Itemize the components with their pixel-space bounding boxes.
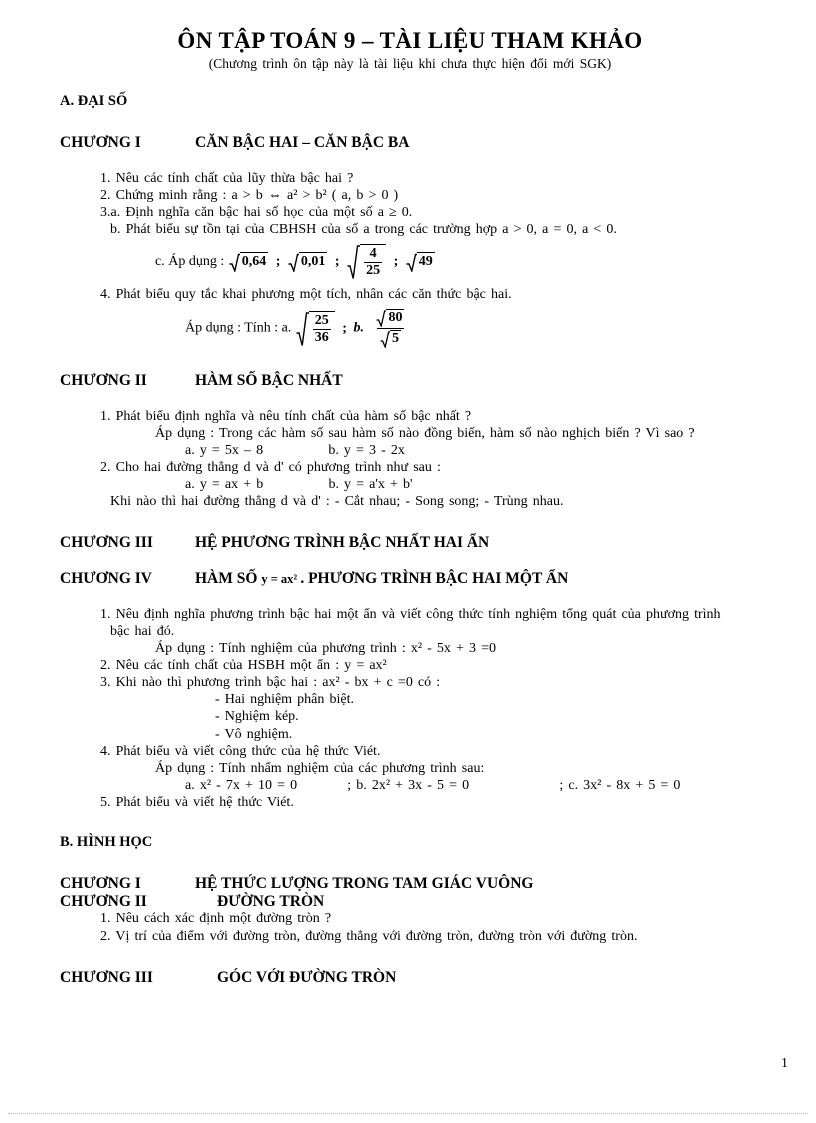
- chapter-title-b3: GÓC VỚI ĐƯỜNG TRÒN: [217, 968, 397, 986]
- radical-sign-icon: [229, 253, 240, 272]
- formula-a1-apdung-2: Áp dụng : Tính : a. 25 36 ; b. 80 5: [60, 309, 760, 349]
- chapter-heading-b2: CHƯƠNG II ĐƯỜNG TRÒN: [60, 893, 760, 911]
- item-a2-2: 2. Cho hai đường thẳng d và d' có phương…: [100, 460, 441, 476]
- item-a1-3b: b. Phát biểu sự tồn tại của CBHSH của số…: [110, 221, 617, 237]
- radical-sign-icon: [347, 245, 361, 279]
- chapter-heading-a2: CHƯƠNG II HÀM SỐ BẬC NHẤT: [60, 372, 760, 390]
- item-a4-3-case3: - Vô nghiệm.: [215, 726, 293, 742]
- chapter-title-a4-equation: y = ax²: [261, 572, 301, 587]
- item-a4-1: 1. Nêu định nghĩa phương trình bậc hai m…: [100, 606, 721, 622]
- item-a4-2: 2. Nêu các tính chất của HSBH một ẩn : y…: [100, 658, 387, 674]
- item-a2-1-apdung: Áp dụng : Trong các hàm số sau hàm số nà…: [155, 425, 695, 441]
- chapter-title-a4-part2: . PHƯƠNG TRÌNH BẬC HAI MỘT ẨN: [300, 570, 569, 588]
- chapter-heading-b1: CHƯƠNG I HỆ THỨC LƯỢNG TRONG TAM GIÁC VUÔ…: [60, 875, 760, 893]
- item-a4-4-eq-b: ; b. 2x² + 3x - 5 = 0: [347, 777, 470, 793]
- sqrt-5: 5: [380, 330, 401, 349]
- chapter-title-b1: HỆ THỨC LƯỢNG TRONG TAM GIÁC VUÔNG: [195, 874, 534, 892]
- item-a2-2-equations: a. y = ax + b b. y = a'x + b': [60, 476, 760, 493]
- item-a1-2: 2. Chứng minh rằng : a > b ⇔ a² > b² ( a…: [100, 187, 399, 203]
- formula-sep-1: ;: [275, 254, 281, 270]
- chapter-title-a4: HÀM SỐ y = ax² . PHƯƠNG TRÌNH BẬC HAI MỘ…: [195, 570, 568, 588]
- chapter-label-a3: CHƯƠNG III: [60, 534, 153, 552]
- chapter-label-b2: CHƯƠNG II: [60, 892, 147, 910]
- formula-sep-3: ;: [393, 254, 399, 270]
- frac-denominator: 25: [364, 262, 383, 278]
- sqrt-term-1: 0,64: [229, 252, 269, 272]
- page-subtitle: (Chương trình ôn tập này là tài liệu khi…: [208, 55, 612, 71]
- sqrt-80-value: 80: [386, 309, 405, 326]
- frac-numerator: 25: [314, 312, 329, 328]
- document-page: ÔN TẬP TOÁN 9 – TÀI LIỆU THAM KHẢO (Chươ…: [0, 0, 816, 1123]
- item-a4-3: 3. Khi nào thì phương trình bậc hai : ax…: [100, 675, 441, 691]
- footer-divider: [8, 1113, 808, 1114]
- item-a1-3a: 3.a. Định nghĩa căn bậc hai số học của m…: [100, 204, 413, 220]
- frac-sqrt80-over-sqrt5: 80 5: [371, 309, 409, 349]
- chapter-title-a3: HỆ PHƯƠNG TRÌNH BẬC NHẤT HAI ẨN: [195, 534, 490, 552]
- sqrt-term-4: 49: [406, 252, 435, 272]
- item-a2-2-eq-a: a. y = ax + b: [185, 477, 264, 493]
- item-a4-3-case1: - Hai nghiệm phân biệt.: [215, 692, 354, 708]
- chapter-heading-b3: CHƯƠNG III GÓC VỚI ĐƯỜNG TRÒN: [60, 969, 760, 987]
- page-number: 1: [781, 1056, 788, 1071]
- item-b2-1: 1. Nêu cách xác định một đường tròn ?: [100, 911, 332, 927]
- sqrt-term-3: 4 25: [347, 244, 387, 280]
- chapter-title-b2: ĐƯỜNG TRÒN: [217, 892, 325, 910]
- chapter-heading-a4: CHƯƠNG IV HÀM SỐ y = ax² . PHƯƠNG TRÌNH B…: [60, 570, 760, 588]
- item-a4-3-case2: - Nghiệm kép.: [215, 709, 299, 725]
- sqrt-80: 80: [376, 309, 405, 328]
- chapter-label-a1: CHƯƠNG I: [60, 133, 141, 151]
- item-a4-4-equations: a. x² - 7x + 10 = 0 ; b. 2x² + 3x - 5 = …: [60, 777, 760, 794]
- radical-sign-icon: [288, 253, 299, 272]
- chapter-heading-a1: CHƯƠNG I CĂN BẬC HAI – CĂN BẬC BA: [60, 134, 760, 152]
- item-a1-4: 4. Phát biểu quy tắc khai phương một tíc…: [100, 287, 512, 302]
- formula2-b-label: b.: [353, 320, 364, 336]
- formula2-caption: Áp dụng : Tính : a.: [185, 320, 292, 336]
- item-a2-1: 1. Phát biểu định nghĩa và nêu tính chất…: [100, 408, 472, 424]
- item-a2-2-eq-b: b. y = a'x + b': [328, 477, 413, 493]
- item-a4-4: 4. Phát biểu và viết công thức của hệ th…: [100, 743, 381, 759]
- part-heading-a: A. ĐẠI SỐ: [60, 92, 128, 109]
- part-heading-b: B. HÌNH HỌC: [60, 833, 153, 850]
- formula-a1-apdung-1: c. Áp dụng : 0,64 ; 0,01 ; 4 25 ; 49: [60, 244, 760, 280]
- chapter-label-b1: CHƯƠNG I: [60, 874, 141, 892]
- chapter-title-a4-part1: HÀM SỐ: [195, 570, 262, 588]
- item-b2-2: 2. Vị trí của điểm với đường tròn, đường…: [100, 928, 638, 944]
- sqrt-term-3-fraction: 4 25: [360, 244, 387, 280]
- item-a4-1-cont: bậc hai đó.: [110, 624, 175, 640]
- sqrt-5-value: 5: [389, 330, 401, 347]
- item-a2-1-choice-a: a. y = 5x – 8: [185, 443, 264, 459]
- item-a4-4-eq-c: ; c. 3x² - 8x + 5 = 0: [559, 777, 681, 793]
- item-a2-1-choice-b: b. y = 3 - 2x: [328, 443, 405, 459]
- item-a1-1: 1. Nêu các tính chất của lũy thừa bậc ha…: [100, 170, 354, 186]
- item-a4-1-apdung: Áp dụng : Tính nghiệm của phương trình :…: [155, 641, 496, 657]
- item-a2-1-choices: a. y = 5x – 8 b. y = 3 - 2x: [60, 442, 760, 459]
- frac-numerator: 4: [369, 246, 377, 261]
- radical-sign-icon: [296, 311, 309, 346]
- sqrt-term-4-value: 49: [416, 252, 435, 272]
- radical-sign-icon: [376, 310, 387, 328]
- sqrt-term-2-value: 0,01: [298, 252, 328, 272]
- formula-a1-caption: c. Áp dụng :: [155, 254, 225, 270]
- frac-denominator: 36: [312, 328, 331, 345]
- page-title: ÔN TẬP TOÁN 9 – TÀI LIỆU THAM KHẢO: [177, 28, 643, 53]
- item-a2-2-question: Khi nào thì hai đường thẳng d và d' : - …: [110, 494, 564, 510]
- item-a4-5: 5. Phát biểu và viết hệ thức Viét.: [100, 794, 294, 810]
- chapter-label-b3: CHƯƠNG III: [60, 968, 153, 986]
- chapter-title-a2: HÀM SỐ BẬC NHẤT: [195, 372, 343, 390]
- formula-sep-2: ;: [334, 254, 340, 270]
- radical-sign-icon: [380, 331, 390, 349]
- radical-sign-icon: [406, 253, 417, 272]
- item-a4-4-apdung: Áp dụng : Tính nhẩm nghiệm của các phươn…: [155, 760, 485, 776]
- item-a4-4-eq-a: a. x² - 7x + 10 = 0: [185, 777, 298, 793]
- chapter-label-a4: CHƯƠNG IV: [60, 570, 152, 588]
- chapter-heading-a3: CHƯƠNG III HỆ PHƯƠNG TRÌNH BẬC NHẤT HAI Ẩ…: [60, 534, 760, 552]
- formula2-sep: ;: [342, 320, 347, 336]
- sqrt-frac-25-36: 25 36: [296, 310, 335, 347]
- chapter-label-a2: CHƯƠNG II: [60, 372, 147, 390]
- sqrt-term-1-value: 0,64: [239, 252, 269, 272]
- sqrt-term-2: 0,01: [288, 252, 328, 272]
- chapter-title-a1: CĂN BẬC HAI – CĂN BẬC BA: [195, 133, 410, 151]
- document-content: ÔN TẬP TOÁN 9 – TÀI LIỆU THAM KHẢO (Chươ…: [60, 28, 760, 986]
